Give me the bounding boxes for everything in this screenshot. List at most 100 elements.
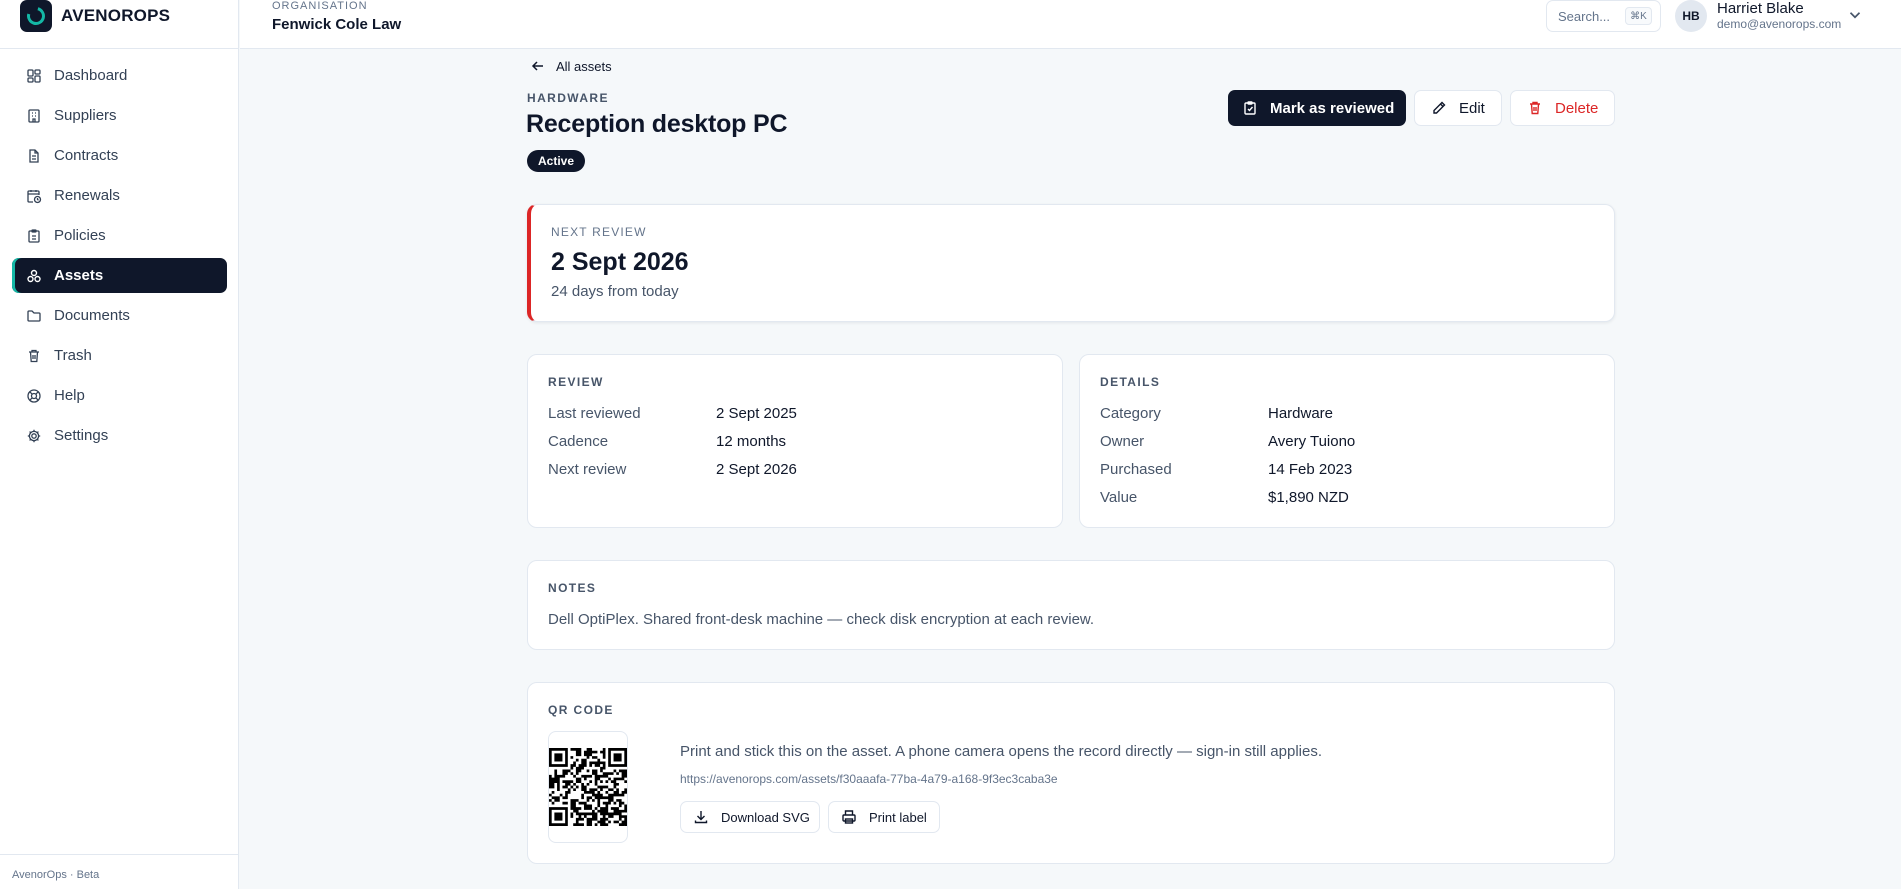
- next-review-card: NEXT REVIEW 2 Sept 2026 24 days from tod…: [527, 204, 1615, 322]
- sidebar-item-label: Help: [54, 387, 85, 404]
- sidebar-footer: AvenorOps · Beta: [12, 869, 100, 881]
- sidebar-item-label: Suppliers: [54, 107, 117, 124]
- review-row-last-reviewed: Last reviewed 2 Sept 2025: [548, 405, 1028, 425]
- sidebar-item-documents[interactable]: Documents: [12, 298, 227, 333]
- search-shortcut: ⌘K: [1625, 7, 1652, 25]
- details-row-owner: Owner Avery Tuiono: [1100, 433, 1580, 453]
- field-label: Last reviewed: [548, 405, 641, 422]
- calendar-clock-icon: [26, 188, 42, 204]
- arrow-left-icon: [531, 61, 543, 71]
- sidebar-item-label: Policies: [54, 227, 106, 244]
- gear-icon: [26, 428, 42, 444]
- status-badge: Active: [527, 150, 586, 172]
- download-svg-label: Download SVG: [721, 809, 810, 825]
- notes-text: Dell OptiPlex. Shared front-desk machine…: [548, 611, 1095, 628]
- user-name[interactable]: Harriet Blake: [1717, 0, 1804, 17]
- sidebar-item-label: Renewals: [54, 187, 120, 204]
- review-row-next-review: Next review 2 Sept 2026: [548, 461, 1028, 481]
- org-label: ORGANISATION: [272, 0, 368, 12]
- sidebar-item-suppliers[interactable]: Suppliers: [12, 98, 227, 133]
- clipboard-icon: [26, 228, 42, 244]
- building-icon: [26, 108, 42, 124]
- field-value: 2 Sept 2025: [716, 405, 797, 422]
- brand-name: AVENOROPS: [61, 6, 171, 25]
- qr-code-frame: [548, 731, 628, 843]
- section-label: NOTES: [548, 581, 597, 595]
- review-row-cadence: Cadence 12 months: [548, 433, 1028, 453]
- printer-icon: [842, 810, 856, 824]
- sidebar-item-renewals[interactable]: Renewals: [12, 178, 227, 213]
- clipboard-check-icon: [1244, 101, 1256, 115]
- sidebar-item-settings[interactable]: Settings: [12, 418, 227, 453]
- details-row-category: Category Hardware: [1100, 405, 1580, 425]
- chevron-down-icon[interactable]: [1846, 6, 1864, 24]
- section-label: QR CODE: [548, 703, 614, 717]
- asset-category: HARDWARE: [527, 91, 609, 105]
- mark-reviewed-label: Mark as reviewed: [1270, 99, 1395, 117]
- sidebar-item-contracts[interactable]: Contracts: [12, 138, 227, 173]
- edit-button[interactable]: Edit: [1414, 90, 1502, 126]
- next-review-label: NEXT REVIEW: [551, 225, 647, 239]
- avatar[interactable]: HB: [1675, 0, 1707, 32]
- section-label: REVIEW: [548, 375, 604, 389]
- details-card: DETAILS Category Hardware Owner Avery Tu…: [1079, 354, 1615, 528]
- field-label: Purchased: [1100, 461, 1172, 478]
- download-svg-button[interactable]: Download SVG: [680, 801, 820, 833]
- back-link[interactable]: All assets: [530, 56, 612, 76]
- qr-code-icon: [549, 748, 627, 826]
- page-title: Reception desktop PC: [526, 110, 788, 138]
- qr-code-card: QR CODE Print and stick this on the asse…: [527, 682, 1615, 864]
- review-card: REVIEW Last reviewed 2 Sept 2025 Cadence…: [527, 354, 1063, 528]
- topbar: ORGANISATION Fenwick Cole Law Search... …: [240, 0, 1901, 49]
- details-row-purchased: Purchased 14 Feb 2023: [1100, 461, 1580, 481]
- sidebar-item-label: Dashboard: [54, 67, 128, 84]
- org-switcher[interactable]: Fenwick Cole Law: [272, 16, 401, 33]
- search-input[interactable]: Search... ⌘K: [1546, 0, 1661, 32]
- boxes-icon: [26, 268, 42, 284]
- delete-button[interactable]: Delete: [1510, 90, 1615, 126]
- trash-icon: [26, 348, 42, 364]
- field-value: 12 months: [716, 433, 787, 450]
- field-label: Category: [1100, 405, 1161, 422]
- mark-reviewed-button[interactable]: Mark as reviewed: [1228, 90, 1406, 126]
- brand[interactable]: AVENOROPS: [20, 0, 170, 32]
- section-label: DETAILS: [1100, 375, 1161, 389]
- sidebar-item-label: Assets: [54, 267, 104, 284]
- details-row-value: Value $1,890 NZD: [1100, 489, 1580, 509]
- next-review-relative: 24 days from today: [551, 283, 679, 300]
- qr-url: https://avenorops.com/assets/f30aaafa-77…: [680, 772, 1058, 786]
- download-icon: [694, 811, 708, 824]
- sidebar-nav: Dashboard Suppliers Contracts Renewals P…: [12, 58, 227, 458]
- field-value: $1,890 NZD: [1268, 489, 1349, 506]
- back-link-label: All assets: [556, 58, 612, 74]
- avenorops-logo-icon: [20, 0, 52, 32]
- field-value: 14 Feb 2023: [1268, 461, 1353, 478]
- sidebar-item-trash[interactable]: Trash: [12, 338, 227, 373]
- field-value: Avery Tuiono: [1268, 433, 1356, 450]
- print-label-button[interactable]: Print label: [828, 801, 940, 833]
- next-review-date: 2 Sept 2026: [551, 248, 689, 276]
- field-label: Cadence: [548, 433, 609, 450]
- divider: [0, 48, 239, 49]
- pencil-icon: [1433, 101, 1446, 114]
- print-label-label: Print label: [869, 809, 927, 825]
- sidebar: AVENOROPS Dashboard Suppliers Contracts: [0, 0, 239, 889]
- document-icon: [26, 148, 42, 164]
- sidebar-item-assets[interactable]: Assets: [12, 258, 227, 293]
- divider: [0, 854, 239, 855]
- sidebar-item-help[interactable]: Help: [12, 378, 227, 413]
- field-label: Next review: [548, 461, 627, 478]
- search-placeholder: Search...: [1558, 8, 1611, 24]
- sidebar-item-dashboard[interactable]: Dashboard: [12, 58, 227, 93]
- sidebar-item-policies[interactable]: Policies: [12, 218, 227, 253]
- delete-label: Delete: [1555, 99, 1599, 117]
- field-value: Hardware: [1268, 405, 1334, 422]
- trash-icon: [1530, 101, 1540, 115]
- edit-label: Edit: [1459, 99, 1485, 117]
- sidebar-item-label: Documents: [54, 307, 130, 324]
- notes-card: NOTES Dell OptiPlex. Shared front-desk m…: [527, 560, 1615, 650]
- field-label: Value: [1100, 489, 1138, 506]
- sidebar-item-label: Trash: [54, 347, 92, 364]
- sidebar-item-label: Settings: [54, 427, 109, 444]
- sidebar-item-label: Contracts: [54, 147, 119, 164]
